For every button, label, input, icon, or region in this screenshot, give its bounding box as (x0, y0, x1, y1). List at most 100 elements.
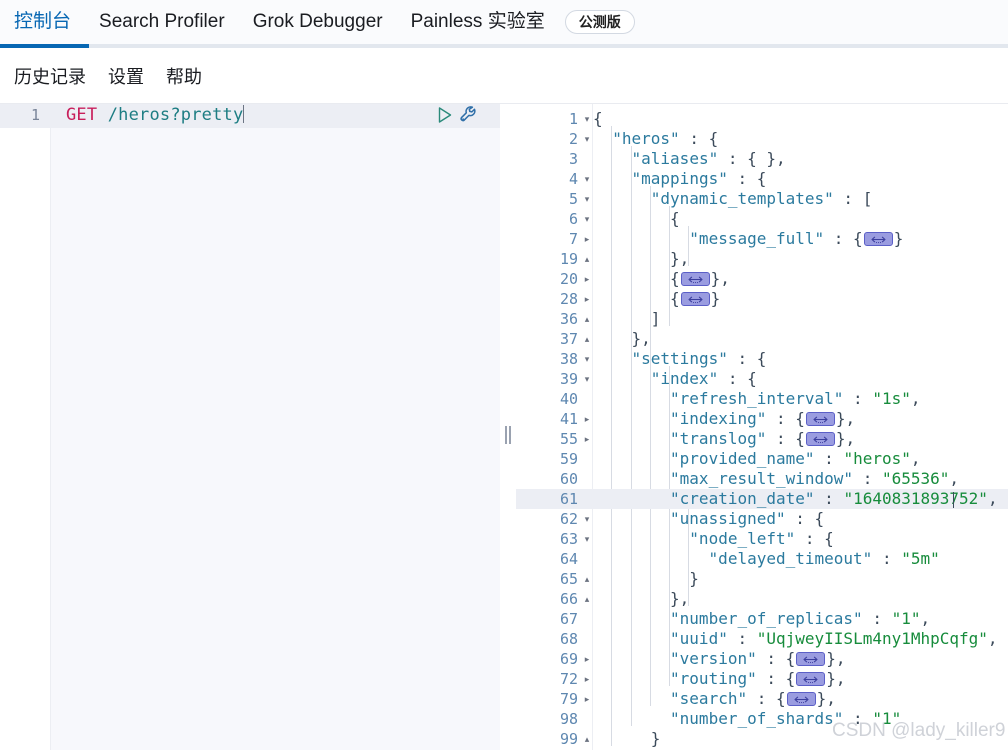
response-line-row-active[interactable]: 61 "creation_date" : "1640831893752", (516, 489, 1008, 509)
fold-marker-collapsed[interactable]: ▸ (582, 433, 592, 445)
response-code-text: }, (670, 249, 690, 268)
response-editor-pane[interactable]: 1 ▾{2 ▾ "heros" : {3 "aliases" : { }, 4 ▾ "mapp… (516, 104, 1008, 750)
fold-marker-open[interactable]: ▾ (582, 533, 592, 545)
response-line-row[interactable]: 72 ▸ "routing" : {}, (516, 669, 1008, 689)
response-line-row[interactable]: 39 ▾ "index" : { (516, 369, 1008, 389)
fold-marker-open[interactable]: ▾ (582, 173, 592, 185)
tab-4[interactable]: Painless 实验室 (397, 0, 559, 44)
request-method: GET (66, 105, 98, 125)
response-line-row[interactable]: 37 ▴}, (516, 329, 1008, 349)
fold-marker-collapsed[interactable]: ▸ (582, 413, 592, 425)
response-line-number: 3 (568, 150, 578, 168)
collapsed-content-widget[interactable] (786, 692, 816, 706)
menu-item-3[interactable]: 帮助 (166, 63, 202, 89)
tab-3[interactable]: Grok Debugger (239, 0, 397, 44)
response-line-row[interactable]: 62 ▾ "unassigned" : { (516, 509, 1008, 529)
response-line-row[interactable]: 60 "max_result_window" : "65536", (516, 469, 1008, 489)
response-code-text: "unassigned" : { (670, 509, 825, 528)
response-line-row[interactable]: 68 "uuid" : "UqjweyIISLm4ny1MhpCqfg", (516, 629, 1008, 649)
fold-marker-collapsed[interactable]: ▸ (582, 293, 592, 305)
fold-marker-end[interactable]: ▴ (582, 573, 592, 585)
fold-marker-open[interactable]: ▾ (582, 213, 592, 225)
response-line-row[interactable]: 20 ▸ {}, (516, 269, 1008, 289)
response-line-number: 72 (559, 670, 578, 688)
menu-item-1[interactable]: 历史记录 (14, 63, 86, 89)
fold-marker-end[interactable]: ▴ (582, 313, 592, 325)
collapsed-content-widget[interactable] (805, 412, 835, 426)
fold-marker-collapsed[interactable]: ▸ (582, 273, 592, 285)
response-line-row[interactable]: 36 ▴] (516, 309, 1008, 329)
fold-marker-collapsed[interactable]: ▸ (582, 693, 592, 705)
top-tabbar: 控制台 Search Profiler Grok Debugger Painless … (0, 0, 1008, 48)
response-line-row[interactable]: 7 ▸ "message_full" : {} (516, 229, 1008, 249)
fold-marker-open[interactable]: ▾ (582, 133, 592, 145)
request-editor-pane[interactable]: 1 GET /heros?pretty (0, 104, 500, 750)
response-line-row[interactable]: 38 ▾ "settings" : { (516, 349, 1008, 369)
response-line-row[interactable]: 55 ▸ "translog" : {}, (516, 429, 1008, 449)
response-code-text: "version" : {}, (670, 649, 846, 668)
response-line-row[interactable]: 1 ▾{ (516, 109, 1008, 129)
response-code-text: "delayed_timeout" : "5m" (708, 549, 940, 568)
response-code-text: }, (670, 589, 690, 608)
response-line-number: 79 (559, 690, 578, 708)
response-line-number: 59 (559, 450, 578, 468)
fold-marker-open[interactable]: ▾ (582, 373, 592, 385)
beta-badge[interactable]: 公测版 (564, 10, 635, 34)
fold-marker-collapsed[interactable]: ▸ (582, 653, 592, 665)
response-code-text: "settings" : { (631, 349, 767, 368)
response-code-text: "heros" : { (612, 129, 719, 148)
collapsed-content-widget[interactable] (680, 292, 710, 306)
watermark: CSDN @lady_killer9 (832, 720, 1006, 741)
response-line-row[interactable]: 63 ▾ "node_left" : { (516, 529, 1008, 549)
response-line-row[interactable]: 6 ▾ { (516, 209, 1008, 229)
response-line-row[interactable]: 41 ▸ "indexing" : {}, (516, 409, 1008, 429)
collapsed-content-widget[interactable] (796, 652, 826, 666)
play-icon[interactable] (436, 106, 454, 129)
response-line-row[interactable]: 65 ▴} (516, 569, 1008, 589)
fold-marker-end[interactable]: ▴ (582, 733, 592, 745)
response-line-row[interactable]: 5 ▾ "dynamic_templates" : [ (516, 189, 1008, 209)
fold-marker-collapsed[interactable]: ▸ (582, 673, 592, 685)
collapsed-content-widget[interactable] (796, 672, 826, 686)
response-line-number: 41 (559, 410, 578, 428)
fold-marker-collapsed[interactable]: ▸ (582, 233, 592, 245)
collapsed-content-widget[interactable] (680, 272, 710, 286)
response-line-row[interactable]: 64 "delayed_timeout" : "5m" (516, 549, 1008, 569)
response-line-row[interactable]: 28 ▸ {} (516, 289, 1008, 309)
response-code-text: "number_of_replicas" : "1", (670, 609, 931, 628)
fold-marker-end[interactable]: ▴ (582, 593, 592, 605)
response-line-number: 66 (559, 590, 578, 608)
pane-splitter[interactable] (500, 104, 516, 750)
response-line-number: 40 (559, 390, 578, 408)
response-line-row[interactable]: 66 ▴}, (516, 589, 1008, 609)
tab-2[interactable]: Search Profiler (85, 0, 239, 44)
collapsed-content-widget[interactable] (863, 232, 893, 246)
response-line-number: 98 (559, 710, 578, 728)
fold-marker-open[interactable]: ▾ (582, 113, 592, 125)
wrench-icon[interactable] (458, 104, 480, 131)
request-gutter-separator (50, 104, 51, 750)
response-code-text: {} (670, 289, 721, 308)
fold-marker-end[interactable]: ▴ (582, 253, 592, 265)
fold-marker-open[interactable]: ▾ (582, 193, 592, 205)
response-line-row[interactable]: 2 ▾ "heros" : { (516, 129, 1008, 149)
fold-marker-open[interactable]: ▾ (582, 353, 592, 365)
tab-1[interactable]: 控制台 (0, 0, 85, 44)
fold-marker-end[interactable]: ▴ (582, 333, 592, 345)
response-line-row[interactable]: 3 "aliases" : { }, (516, 149, 1008, 169)
response-line-row[interactable]: 19 ▴}, (516, 249, 1008, 269)
response-line-row[interactable]: 69 ▸ "version" : {}, (516, 649, 1008, 669)
fold-marker-open[interactable]: ▾ (582, 513, 592, 525)
response-line-row[interactable]: 79 ▸ "search" : {}, (516, 689, 1008, 709)
response-line-row[interactable]: 4 ▾ "mappings" : { (516, 169, 1008, 189)
splitter-grip-icon[interactable] (504, 426, 512, 444)
response-line-row[interactable]: 40 "refresh_interval" : "1s", (516, 389, 1008, 409)
response-line-row[interactable]: 59 "provided_name" : "heros", (516, 449, 1008, 469)
response-line-row[interactable]: 67 "number_of_replicas" : "1", (516, 609, 1008, 629)
menu-item-2[interactable]: 设置 (108, 63, 144, 89)
collapsed-content-widget[interactable] (805, 432, 835, 446)
request-line-1[interactable]: 1 GET /heros?pretty (0, 104, 500, 128)
response-line-number: 28 (559, 290, 578, 308)
request-text[interactable]: GET /heros?pretty (66, 105, 245, 125)
response-code-text: "dynamic_templates" : [ (650, 189, 873, 208)
